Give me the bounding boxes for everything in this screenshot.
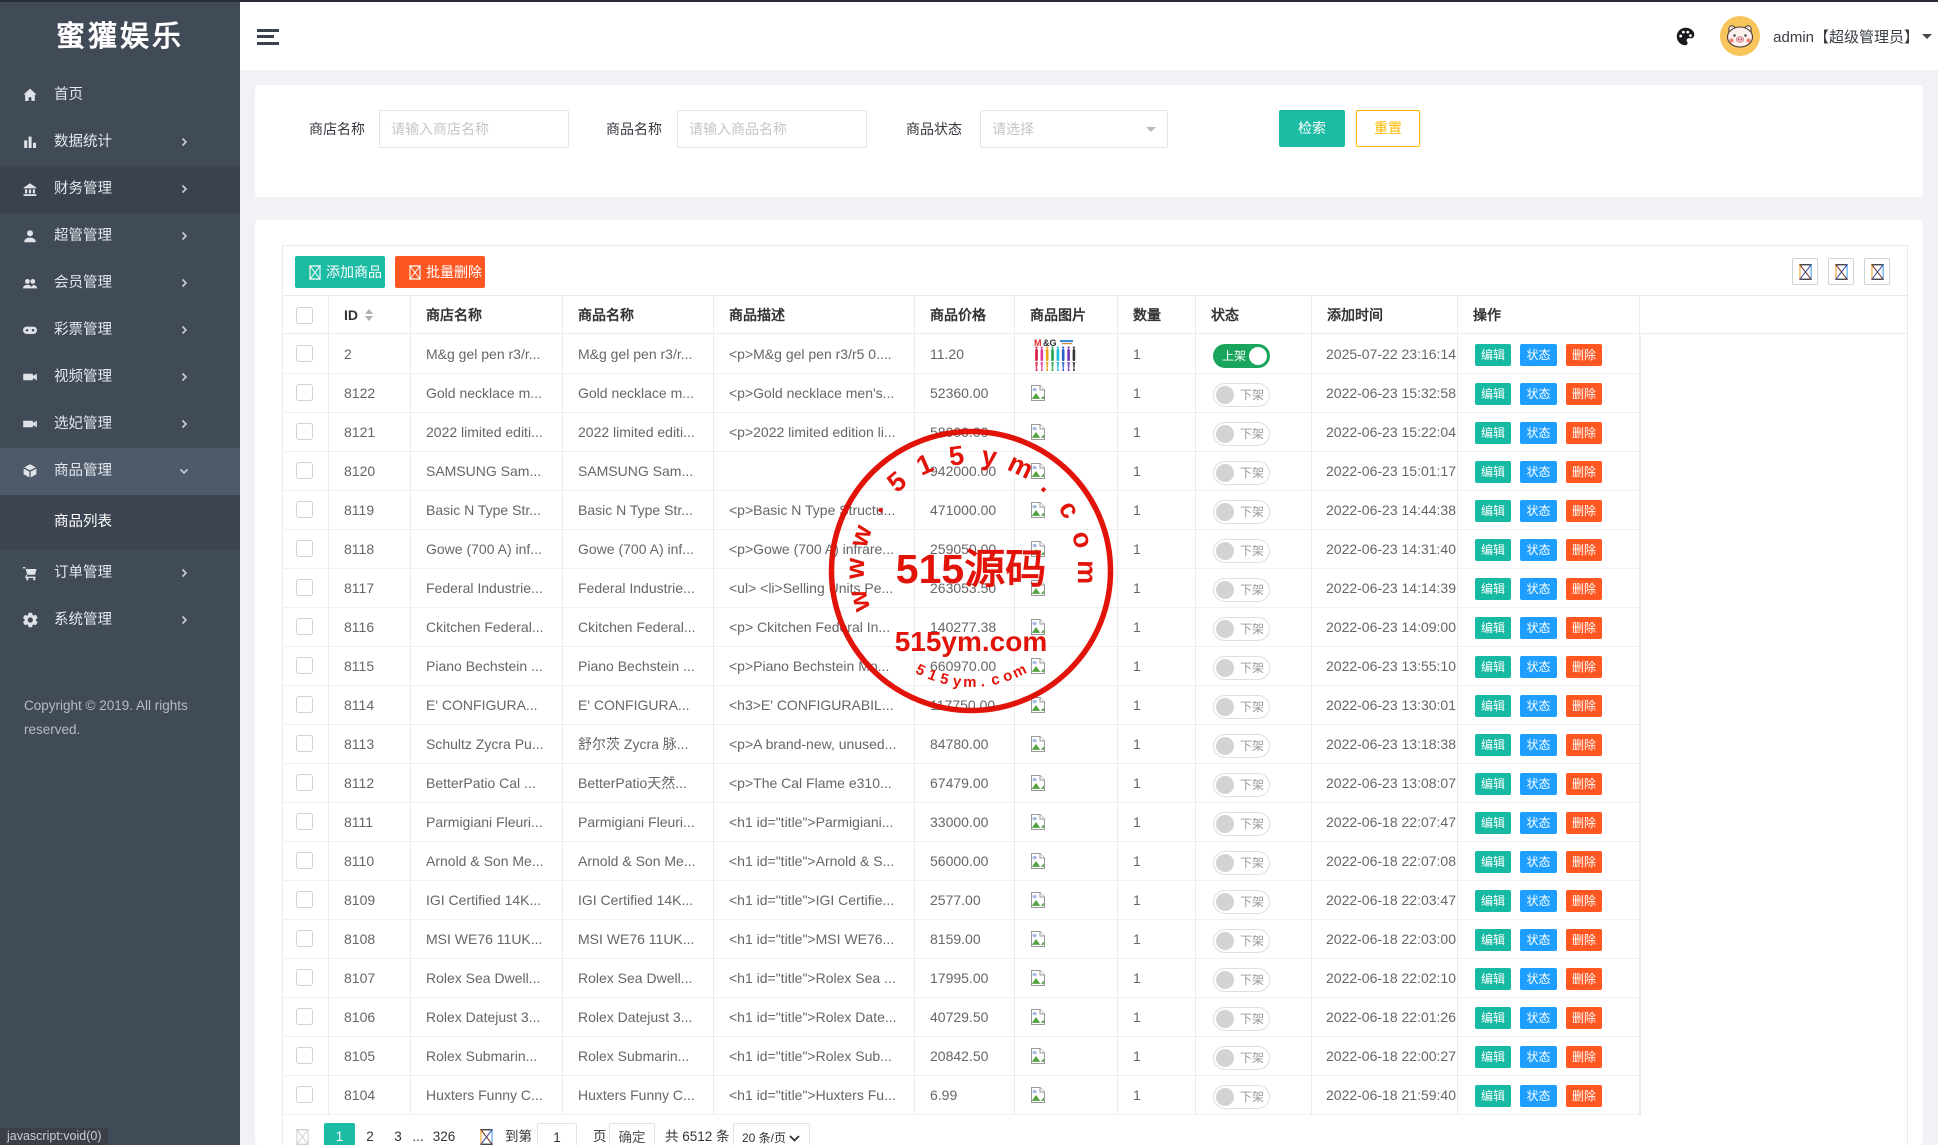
svg-text:5: 5 [938,670,950,688]
svg-text:&G: &G [1043,338,1057,348]
svg-text:y: y [980,440,1000,472]
svg-text:515源码: 515源码 [896,546,1046,592]
svg-text:o: o [1066,528,1099,552]
svg-text:.: . [860,495,889,518]
svg-text:1: 1 [912,448,938,482]
svg-text:w: w [841,586,876,616]
svg-text:m: m [963,674,977,691]
svg-text:.: . [1035,471,1061,498]
svg-text:c: c [1053,495,1086,524]
svg-text:m: m [1072,560,1102,584]
svg-text:5: 5 [881,466,912,499]
svg-text:1: 1 [925,666,939,685]
svg-text:c: c [989,671,1001,689]
svg-text:w: w [840,557,871,581]
svg-text:m: m [1003,447,1038,484]
svg-text:M: M [1034,338,1042,348]
svg-text:515ym.com: 515ym.com [895,626,1048,657]
svg-text:5: 5 [947,440,966,472]
svg-text:.: . [980,673,986,690]
svg-text:y: y [952,673,963,691]
svg-text:w: w [843,520,879,551]
svg-text:5: 5 [913,661,928,680]
